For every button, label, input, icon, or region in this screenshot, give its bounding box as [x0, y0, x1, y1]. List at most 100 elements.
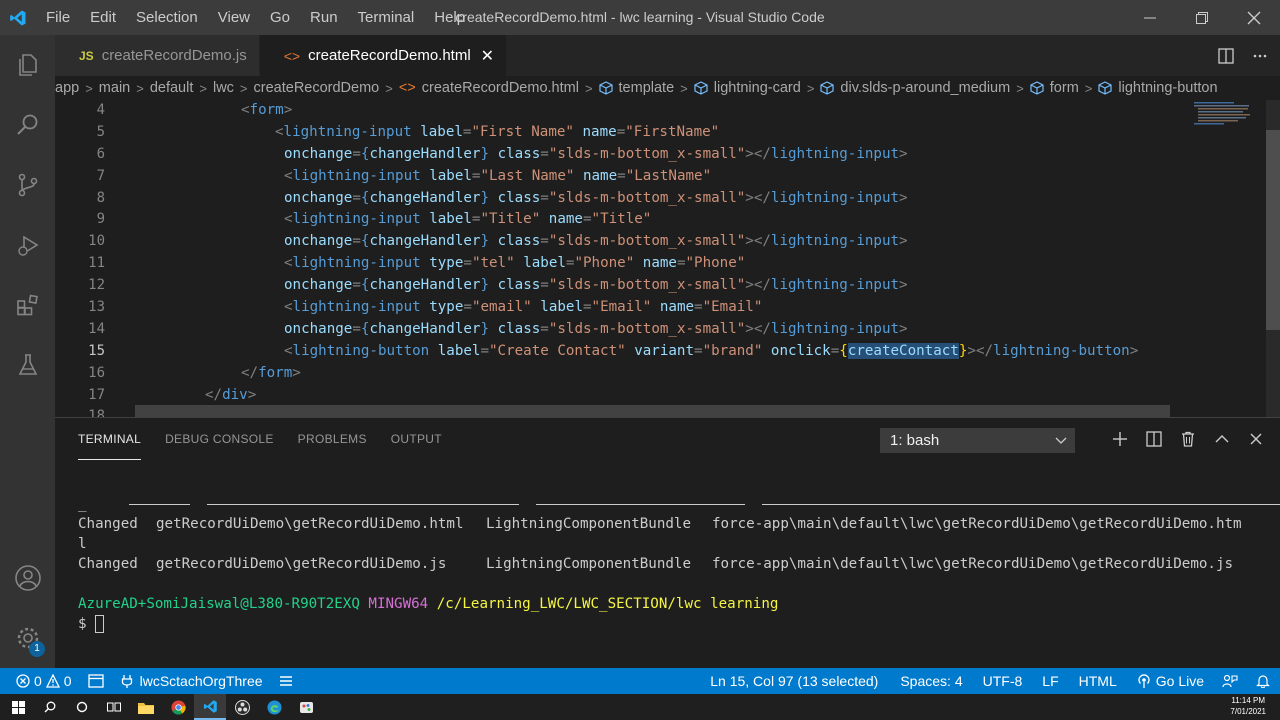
breadcrumb-template[interactable]: template: [598, 80, 674, 96]
breadcrumb-file[interactable]: <> createRecordDemo.html: [399, 80, 579, 96]
line-number: 14: [88, 320, 105, 337]
terminal-select-value: 1: bash: [890, 432, 940, 449]
taskbar-edge[interactable]: [258, 694, 290, 720]
tab-close-icon[interactable]: ✕: [481, 46, 494, 66]
tab-output[interactable]: OUTPUT: [391, 418, 442, 460]
terminal-prompt: AzureAD+SomiJaiswal@L380-R90T2EXQ MINGW6…: [78, 596, 779, 612]
breadcrumb-main[interactable]: main: [99, 80, 130, 96]
tab-createrecorddemo-html[interactable]: <> createRecordDemo.html ✕: [259, 35, 508, 76]
breadcrumb-lightning-button[interactable]: lightning-button: [1098, 80, 1218, 96]
breadcrumb-app[interactable]: app: [55, 80, 79, 96]
problems-status[interactable]: 0 0: [0, 668, 80, 694]
notifications-button[interactable]: [1246, 668, 1280, 694]
symbol-cube-icon: [820, 81, 835, 95]
horizontal-scrollbar[interactable]: [135, 405, 1170, 417]
minimize-button[interactable]: [1124, 0, 1176, 35]
more-actions-icon[interactable]: [1252, 48, 1268, 64]
code-line: <lightning-input label="First Name" name…: [275, 123, 720, 140]
trash-icon[interactable]: [1180, 431, 1196, 447]
terminal-input-line[interactable]: $: [78, 614, 1258, 634]
taskbar-explorer[interactable]: [130, 694, 162, 720]
testing-button[interactable]: [0, 335, 55, 395]
activity-bar: 1: [0, 35, 55, 668]
line-ending[interactable]: LF: [1032, 668, 1068, 694]
source-control-icon: [18, 173, 37, 197]
terminal-separator-row: [78, 474, 1280, 505]
restore-button[interactable]: [1176, 0, 1228, 35]
source-control-button[interactable]: [0, 155, 55, 215]
breadcrumb-createrecorddemo[interactable]: createRecordDemo: [254, 80, 380, 96]
code-line: onchange={changeHandler} class="slds-m-b…: [284, 320, 908, 337]
feedback-button[interactable]: [1214, 668, 1246, 694]
menu-selection[interactable]: Selection: [126, 0, 208, 35]
breadcrumb-lightning-card[interactable]: lightning-card: [694, 80, 801, 96]
minimap[interactable]: [1186, 100, 1266, 417]
files-icon: [18, 54, 37, 76]
start-button[interactable]: [2, 694, 34, 720]
extensions-button[interactable]: [0, 275, 55, 335]
split-editor-icon[interactable]: [1218, 47, 1234, 64]
manage-button[interactable]: 1: [0, 608, 55, 668]
task-list-button[interactable]: [271, 668, 301, 694]
language-mode[interactable]: HTML: [1069, 668, 1127, 694]
encoding[interactable]: UTF-8: [973, 668, 1033, 694]
cursor-position[interactable]: Ln 15, Col 97 (13 selected): [698, 668, 890, 694]
chevron-up-icon[interactable]: [1214, 431, 1230, 447]
taskbar-search-button[interactable]: [34, 694, 66, 720]
code-area[interactable]: <form> <lightning-input label="First Nam…: [135, 100, 1195, 417]
code-line: </form>: [241, 364, 301, 381]
default-org-status[interactable]: lwcSctachOrgThree: [112, 668, 271, 694]
menu-view[interactable]: View: [208, 0, 260, 35]
code-editor[interactable]: 4 5 6 7 8 9 10 11 12 13 14 15 16 17 18 <…: [55, 100, 1280, 417]
taskbar-obs[interactable]: [226, 694, 258, 720]
terminal-select[interactable]: 1: bash: [880, 428, 1075, 453]
org-browser-button[interactable]: [80, 668, 112, 694]
breadcrumb-lwc[interactable]: lwc: [213, 80, 234, 96]
terminal-output[interactable]: _ Changed getRecordUiDemo\getRecordUiDemo…: [78, 474, 1280, 634]
breadcrumb-div[interactable]: div.slds-p-around_medium: [820, 80, 1010, 96]
taskbar-paint[interactable]: [290, 694, 322, 720]
menu-go[interactable]: Go: [260, 0, 300, 35]
chevron-right-icon: >: [136, 80, 144, 96]
explorer-button[interactable]: [0, 35, 55, 95]
indentation[interactable]: Spaces: 4: [890, 668, 972, 694]
go-live-button[interactable]: Go Live: [1127, 668, 1214, 694]
close-icon[interactable]: [1248, 431, 1264, 447]
tab-debug-console[interactable]: DEBUG CONSOLE: [165, 418, 274, 460]
search-button[interactable]: [0, 95, 55, 155]
close-window-button[interactable]: [1228, 0, 1280, 35]
tab-createrecorddemo-js[interactable]: JS createRecordDemo.js: [55, 35, 260, 76]
status-bar-right: Ln 15, Col 97 (13 selected) Spaces: 4 UT…: [698, 668, 1280, 694]
scrollbar-thumb[interactable]: [1266, 130, 1280, 330]
accounts-button[interactable]: [0, 548, 55, 608]
menu-edit[interactable]: Edit: [80, 0, 126, 35]
chevron-right-icon: >: [680, 80, 688, 96]
task-view-button[interactable]: [98, 694, 130, 720]
run-debug-button[interactable]: [0, 215, 55, 275]
error-count: 0: [34, 673, 42, 689]
breadcrumb-form[interactable]: form: [1030, 80, 1079, 96]
tab-problems[interactable]: PROBLEMS: [298, 418, 367, 460]
go-live-label: Go Live: [1155, 673, 1204, 689]
breadcrumb-default[interactable]: default: [150, 80, 194, 96]
plus-icon[interactable]: [1112, 431, 1128, 447]
line-number: 7: [96, 167, 105, 184]
line-number: 4: [96, 102, 105, 118]
breadcrumb: app > main > default > lwc > createRecor…: [55, 76, 1280, 100]
menu-terminal[interactable]: Terminal: [348, 0, 425, 35]
vertical-scrollbar[interactable]: [1266, 100, 1280, 417]
system-clock[interactable]: 11:14 PM 7/01/2021: [1230, 695, 1266, 717]
current-code-line: <lightning-button label="Create Contact"…: [284, 342, 1139, 359]
chevron-right-icon: >: [199, 80, 207, 96]
search-icon: [16, 114, 37, 135]
taskbar-vscode[interactable]: [194, 694, 226, 720]
cortana-button[interactable]: [66, 694, 98, 720]
menu-run[interactable]: Run: [300, 0, 348, 35]
circle-icon: [76, 701, 88, 713]
menu-file[interactable]: File: [36, 0, 80, 35]
taskbar-chrome[interactable]: [162, 694, 194, 720]
js-file-icon: JS: [79, 48, 94, 63]
tab-terminal[interactable]: TERMINAL: [78, 418, 142, 460]
menu-help[interactable]: Help: [424, 0, 475, 35]
split-terminal-icon[interactable]: [1146, 431, 1162, 447]
